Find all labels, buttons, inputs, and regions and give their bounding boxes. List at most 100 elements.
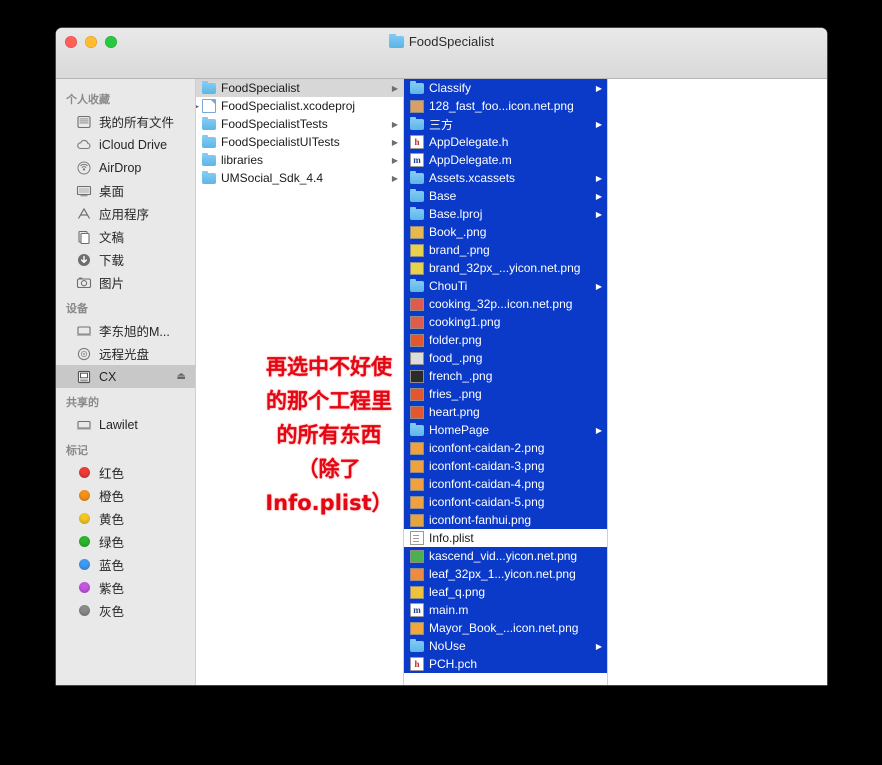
finder-row[interactable]: iconfont-caidan-4.png [404, 475, 607, 493]
sidebar-item-airdrop[interactable]: AirDrop [56, 156, 195, 179]
sidebar-item-我的所有文件[interactable]: 我的所有文件 [56, 110, 195, 133]
finder-row[interactable]: Book_.png [404, 223, 607, 241]
file-name: iconfont-caidan-4.png [429, 477, 545, 491]
finder-row[interactable]: brand_.png [404, 241, 607, 259]
finder-row[interactable]: Classify ▶ [404, 79, 607, 97]
image-file-icon [410, 261, 424, 275]
finder-row[interactable]: leaf_32px_1...yicon.net.png [404, 565, 607, 583]
finder-row[interactable]: NoUse ▶ [404, 637, 607, 655]
image-file-icon [410, 513, 424, 527]
sidebar-item-label: iCloud Drive [99, 137, 168, 152]
sidebar-item-远程光盘[interactable]: 远程光盘 [56, 342, 195, 365]
chevron-right-icon[interactable]: ▶ [596, 642, 604, 651]
tag-dot [76, 580, 92, 595]
folder-icon [410, 207, 424, 220]
chevron-right-icon[interactable]: ▶ [596, 120, 604, 129]
chevron-right-icon[interactable]: ▶ [392, 174, 400, 183]
finder-row[interactable]: brand_32px_...yicon.net.png [404, 259, 607, 277]
finder-column-2[interactable]: Classify ▶ 128_fast_foo...icon.net.png 三方 ▶ h… [404, 79, 608, 685]
finder-row[interactable]: fries_.png [404, 385, 607, 403]
finder-row[interactable]: iconfont-caidan-2.png [404, 439, 607, 457]
chevron-right-icon[interactable]: ▶ [596, 174, 604, 183]
finder-row[interactable]: cooking_32p...icon.net.png [404, 295, 607, 313]
chevron-right-icon[interactable]: ▶ [392, 156, 400, 165]
sidebar-item-label: 黄色 [99, 513, 125, 527]
finder-column-1[interactable]: FoodSpecialist ▶ ▶ FoodSpecialist.xcodeproj… [196, 79, 404, 685]
finder-row[interactable]: 128_fast_foo...icon.net.png [404, 97, 607, 115]
file-name: brand_32px_...yicon.net.png [429, 261, 581, 275]
finder-row[interactable]: folder.png [404, 331, 607, 349]
chevron-right-icon[interactable]: ▶ [596, 210, 604, 219]
sidebar-item-iclouddrive[interactable]: iCloud Drive [56, 133, 195, 156]
sidebar[interactable]: 个人收藏 我的所有文件 iCloud Drive AirDrop 桌面 应用程序 文稿 下载图… [56, 79, 196, 685]
sidebar-item-下载[interactable]: 下载 [56, 248, 195, 271]
objc-file-icon: m [410, 603, 424, 617]
sidebar-item-label: AirDrop [99, 160, 142, 175]
finder-row[interactable]: iconfont-caidan-3.png [404, 457, 607, 475]
sidebar-item-李东旭的m[interactable]: 李东旭的M... [56, 319, 195, 342]
sidebar-item-灰色[interactable]: 灰色 [56, 599, 195, 622]
finder-row[interactable]: food_.png [404, 349, 607, 367]
sidebar-item-紫色[interactable]: 紫色 [56, 576, 195, 599]
sidebar-item-lawilet[interactable]: Lawilet [56, 413, 195, 436]
chevron-right-icon[interactable]: ▶ [392, 120, 400, 129]
sidebar-item-图片[interactable]: 图片 [56, 271, 195, 294]
finder-row[interactable]: kascend_vid...yicon.net.png [404, 547, 607, 565]
sidebar-item-label: 文稿 [99, 231, 125, 245]
finder-row[interactable]: h PCH.pch [404, 655, 607, 673]
sidebar-item-蓝色[interactable]: 蓝色 [56, 553, 195, 576]
sidebar-item-应用程序[interactable]: 应用程序 [56, 202, 195, 225]
finder-row[interactable]: Base ▶ [404, 187, 607, 205]
file-name: libraries [221, 153, 264, 167]
chevron-right-icon[interactable]: ▶ [596, 282, 604, 291]
finder-column-3[interactable] [608, 79, 827, 685]
chevron-right-icon[interactable]: ▶ [392, 84, 400, 93]
plist-file-icon [410, 531, 424, 545]
file-name: 128_fast_foo...icon.net.png [429, 99, 574, 113]
chevron-right-icon[interactable]: ▶ [596, 192, 604, 201]
sidebar-item-cx[interactable]: CX ⏏ [56, 365, 195, 388]
finder-row[interactable]: Mayor_Book_...icon.net.png [404, 619, 607, 637]
finder-row[interactable]: cooking1.png [404, 313, 607, 331]
finder-row[interactable]: HomePage ▶ [404, 421, 607, 439]
chevron-right-icon[interactable]: ▶ [392, 138, 400, 147]
finder-row[interactable]: Base.lproj ▶ [404, 205, 607, 223]
finder-row[interactable]: french_.png [404, 367, 607, 385]
finder-row[interactable]: heart.png [404, 403, 607, 421]
sidebar-item-橙色[interactable]: 橙色 [56, 484, 195, 507]
sidebar-item-文稿[interactable]: 文稿 [56, 225, 195, 248]
eject-icon[interactable]: ⏏ [177, 371, 186, 382]
finder-row[interactable]: m main.m [404, 601, 607, 619]
finder-row[interactable]: UMSocial_Sdk_4.4 ▶ [196, 169, 403, 187]
sidebar-item-桌面[interactable]: 桌面 [56, 179, 195, 202]
finder-row[interactable]: h AppDelegate.h [404, 133, 607, 151]
finder-row[interactable]: ▶ FoodSpecialist.xcodeproj [196, 97, 403, 115]
image-file-icon [410, 297, 424, 311]
chevron-right-icon[interactable]: ▶ [596, 426, 604, 435]
finder-row[interactable]: Assets.xcassets ▶ [404, 169, 607, 187]
file-name: Base.lproj [429, 207, 483, 221]
folder-icon [410, 279, 424, 292]
finder-row[interactable]: iconfont-fanhui.png [404, 511, 607, 529]
sidebar-section-header: 标记 [66, 445, 88, 457]
finder-row[interactable]: iconfont-caidan-5.png [404, 493, 607, 511]
finder-row[interactable]: m AppDelegate.m [404, 151, 607, 169]
finder-row[interactable]: Info.plist [404, 529, 607, 547]
folder-icon [202, 135, 216, 148]
sidebar-item-label: 图片 [99, 277, 125, 291]
image-file-icon [410, 477, 424, 491]
sidebar-item-黄色[interactable]: 黄色 [56, 507, 195, 530]
finder-row[interactable]: ChouTi ▶ [404, 277, 607, 295]
downloads-icon [76, 252, 92, 267]
finder-row[interactable]: leaf_q.png [404, 583, 607, 601]
sidebar-item-红色[interactable]: 红色 [56, 461, 195, 484]
sidebar-item-绿色[interactable]: 绿色 [56, 530, 195, 553]
finder-row[interactable]: 三方 ▶ [404, 115, 607, 133]
sidebar-item-label: 应用程序 [99, 208, 150, 222]
chevron-right-icon[interactable]: ▶ [596, 84, 604, 93]
finder-row[interactable]: FoodSpecialistTests ▶ [196, 115, 403, 133]
finder-row[interactable]: FoodSpecialist ▶ [196, 79, 403, 97]
finder-row[interactable]: libraries ▶ [196, 151, 403, 169]
finder-row[interactable]: FoodSpecialistUITests ▶ [196, 133, 403, 151]
disclosure-triangle-icon[interactable]: ▶ [196, 101, 199, 112]
